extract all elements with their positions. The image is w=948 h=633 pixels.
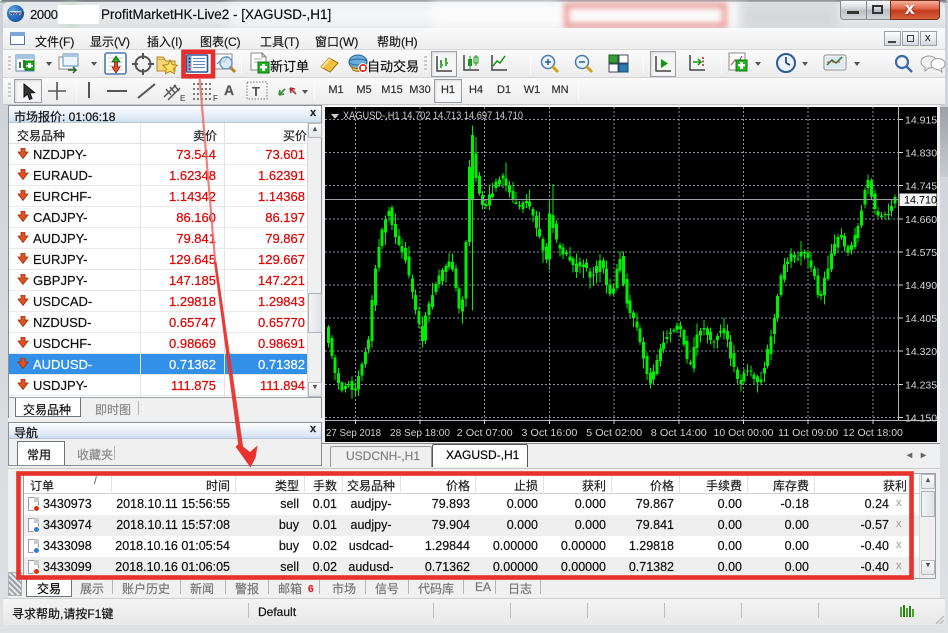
svg-text:14.405: 14.405 [905,313,937,325]
svg-text:28 Sep 18:00: 28 Sep 18:00 [390,428,450,439]
svg-text:14.915: 14.915 [905,115,937,127]
svg-text:XAGUSD-,H1 14.702 14.713 14.6: XAGUSD-,H1 14.702 14.713 14.697 14.710 [343,110,523,122]
svg-text:11 Oct 09:00: 11 Oct 09:00 [778,428,838,439]
svg-text:14.150: 14.150 [905,412,937,424]
svg-text:3 Oct 16:00: 3 Oct 16:00 [521,428,577,439]
svg-text:14.660: 14.660 [905,214,937,226]
svg-text:F: F [213,94,218,103]
svg-text:10 Oct 00:00: 10 Oct 00:00 [714,428,774,439]
svg-text:5 Oct 02:00: 5 Oct 02:00 [586,428,642,439]
svg-text:14.830: 14.830 [905,148,937,160]
svg-text:14.235: 14.235 [905,379,937,391]
svg-text:14.490: 14.490 [905,280,937,292]
svg-text:12 Oct 18:00: 12 Oct 18:00 [843,428,903,439]
svg-text:8 Oct 14:00: 8 Oct 14:00 [651,428,707,439]
svg-text:14.745: 14.745 [905,181,937,193]
svg-text:E: E [180,94,185,103]
svg-text:14.575: 14.575 [905,247,937,259]
svg-text:14.320: 14.320 [905,346,937,358]
svg-text:2 Oct 07:00: 2 Oct 07:00 [457,428,513,439]
svg-text:T: T [252,84,260,99]
svg-text:14.710: 14.710 [904,195,937,207]
svg-text:27 Sep 2018: 27 Sep 2018 [326,428,381,439]
